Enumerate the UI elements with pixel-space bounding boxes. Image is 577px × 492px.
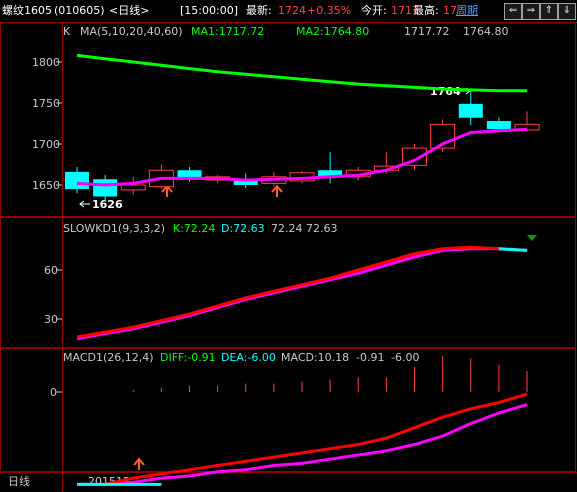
price-legend-ma1: MA1:1717.72: [191, 25, 264, 38]
period-label: <日线>: [109, 4, 150, 17]
kd-ytick-label: 60: [44, 264, 58, 277]
macd-legend: MACD1(26,12,4) DIFF:-0.91 DEA:-6.00 MACD…: [63, 351, 419, 364]
nav-down-icon[interactable]: ⇓: [558, 3, 576, 20]
macd-diff-line: [77, 392, 528, 486]
macd-legend-name: MACD1(26,12,4): [63, 351, 154, 364]
low-annotation: 1626: [92, 198, 123, 211]
buy-signal-icon: [271, 184, 283, 197]
macd-panel-frame: [0, 348, 576, 472]
chart-area[interactable]: 1800 1750 1700 1650 60 30 0 K MA(5,10,20…: [0, 22, 577, 492]
price-legend-v2: 1764.80: [463, 25, 509, 38]
macd-legend-v2: -6.00: [391, 351, 419, 364]
nav-left-icon[interactable]: ⇐: [504, 3, 522, 20]
price-legend-name: K: [63, 25, 71, 38]
low-arrow-icon: [79, 200, 90, 208]
kd-legend-k: K:72.24: [173, 222, 215, 235]
footer-period: 日线: [8, 474, 30, 488]
symbol-code: (010605): [54, 4, 105, 17]
price-ytick-label: 1800: [32, 56, 60, 69]
price-ytick-label: 1650: [32, 179, 60, 192]
candle-body: [93, 179, 118, 197]
buy-signal-icon: [133, 457, 145, 470]
nav-right-icon[interactable]: ⇒: [522, 3, 540, 20]
time-label: [15:00:00]: [180, 4, 238, 17]
candle-body: [120, 184, 146, 191]
price-ytick-label: 1700: [32, 138, 60, 151]
macd-legend-v1: -0.91: [356, 351, 384, 364]
nav-up-icon[interactable]: ⇑: [540, 3, 558, 20]
kd-legend-name: SLOWKD1(9,3,3,2): [63, 222, 165, 235]
price-ytick-label: 1750: [32, 97, 60, 110]
candle-body: [458, 103, 483, 118]
macd-legend-macd: MACD:10.18: [281, 351, 349, 364]
macd-legend-dea: DEA:-6.00: [221, 351, 276, 364]
open-label: 今开:: [361, 4, 387, 17]
symbol-name: 螺纹1605: [2, 4, 52, 17]
high-label: 最高:: [413, 4, 439, 17]
kd-legend-d: D:72.63: [221, 222, 265, 235]
kd-legend: SLOWKD1(9,3,3,2) K:72.24 D:72.63 72.24 7…: [63, 222, 338, 235]
y-tick-marks: [56, 61, 62, 393]
latest-value: 1724: [278, 4, 306, 17]
kd-legend-v1: 72.24: [271, 222, 303, 235]
kd-tail-segment: [498, 247, 528, 252]
header-bar: 螺纹1605 (010605) <日线> [15:00:00] 最新: 1724…: [0, 0, 577, 23]
kd-legend-v2: 72.63: [306, 222, 338, 235]
buy-signal-icon: [161, 184, 173, 197]
candle-body: [65, 171, 89, 190]
high-value: 17: [443, 4, 457, 17]
macd-legend-diff: DIFF:-0.91: [160, 351, 216, 364]
price-legend-ma: MA(5,10,20,40,60): [80, 25, 183, 38]
kd-ytick-label: 30: [44, 313, 58, 326]
high-annotation: 1764: [430, 85, 461, 98]
change-percent: +0.35%: [307, 4, 352, 17]
latest-label: 最新:: [246, 4, 272, 17]
candle-body: [486, 121, 511, 130]
macd-ytick-label: 0: [50, 386, 57, 399]
price-legend: K MA(5,10,20,40,60) MA1:1717.72 MA2:1764…: [63, 25, 509, 38]
plot-layer: [65, 53, 540, 486]
kd-panel-frame: [0, 217, 576, 348]
price-legend-v1: 1717.72: [404, 25, 450, 38]
price-legend-ma2: MA2:1764.80: [296, 25, 369, 38]
kd-k-line: [76, 245, 528, 339]
period-button[interactable]: 周期: [456, 0, 478, 22]
sell-signal-icon: [527, 235, 537, 241]
